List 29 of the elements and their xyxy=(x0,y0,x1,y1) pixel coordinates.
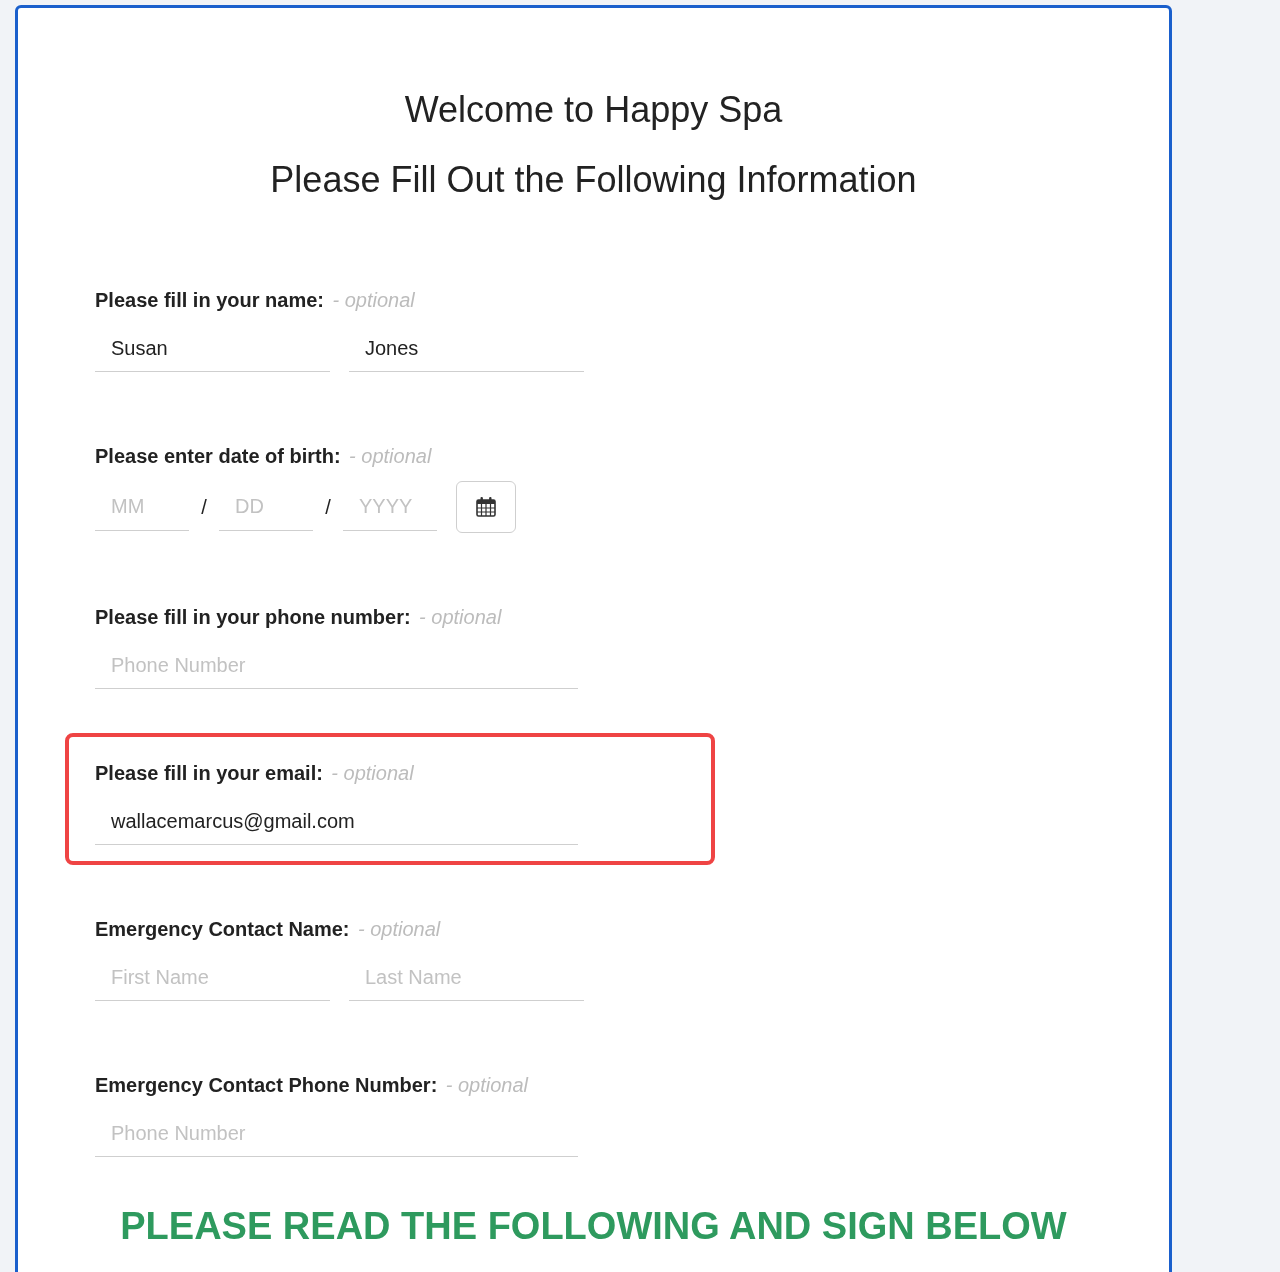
form-title: Please Fill Out the Following Information xyxy=(269,158,918,202)
text-field[interactable]: Last Name xyxy=(349,954,584,1001)
text-field[interactable]: Phone Number xyxy=(95,1110,578,1157)
date-separator: / xyxy=(200,495,208,519)
date-separator: / xyxy=(324,495,332,519)
field-label: Emergency Contact Name: xyxy=(95,918,350,940)
date-field[interactable]: MM xyxy=(95,483,189,531)
field-label: Please fill in your name: xyxy=(95,289,324,311)
field-label: Please fill in your email: xyxy=(95,762,323,784)
text-field[interactable]: Jones xyxy=(349,325,584,372)
section-heading: PLEASE READ THE FOLLOWING AND SIGN BELOW xyxy=(119,1204,1068,1249)
text-field[interactable]: First Name xyxy=(95,954,330,1001)
optional-note: - optional xyxy=(445,1074,529,1096)
calendar-button[interactable] xyxy=(456,481,516,533)
field-label: Please fill in your phone number: xyxy=(95,606,411,628)
optional-note: - optional xyxy=(332,289,415,311)
form-title: Welcome to Happy Spa xyxy=(403,88,784,132)
optional-note: - optional xyxy=(358,918,441,940)
optional-note: - optional xyxy=(331,762,414,784)
optional-note: - optional xyxy=(419,606,502,628)
text-field[interactable]: Susan xyxy=(95,325,330,372)
calendar-icon xyxy=(475,496,497,518)
date-field[interactable]: DD xyxy=(219,483,313,531)
text-field[interactable]: wallacemarcus@gmail.com xyxy=(95,798,578,845)
date-field[interactable]: YYYY xyxy=(343,483,437,531)
field-label: Please enter date of birth: xyxy=(95,445,341,467)
text-field[interactable]: Phone Number xyxy=(95,642,578,689)
optional-note: - optional xyxy=(349,445,432,467)
field-label: Emergency Contact Phone Number: xyxy=(95,1074,438,1096)
